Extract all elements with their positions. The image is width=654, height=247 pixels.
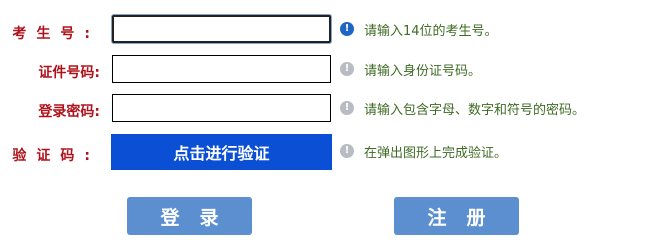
captcha-hint: 在弹出图形上完成验证。 [364, 146, 508, 161]
id-number-input[interactable] [112, 55, 331, 83]
captcha-label: 验证码: [12, 148, 100, 164]
info-icon: ! [340, 22, 354, 36]
register-button[interactable]: 注册 [394, 197, 519, 235]
id-number-label: 证件号码: [38, 65, 100, 81]
exam-number-input[interactable] [112, 15, 331, 43]
password-hint: 请输入包含字母、数字和符号的密码。 [364, 103, 586, 118]
exam-number-hint: 请输入14位的考生号。 [364, 24, 498, 39]
verify-button[interactable]: 点击进行验证 [111, 134, 332, 170]
id-number-hint: 请输入身份证号码。 [364, 64, 482, 79]
info-icon: ! [340, 101, 354, 115]
exam-number-label: 考生号: [12, 26, 100, 42]
password-input[interactable] [112, 94, 331, 122]
info-icon: ! [340, 144, 354, 158]
password-label: 登录密码: [38, 104, 100, 120]
login-button[interactable]: 登录 [127, 197, 252, 235]
info-icon: ! [340, 62, 354, 76]
